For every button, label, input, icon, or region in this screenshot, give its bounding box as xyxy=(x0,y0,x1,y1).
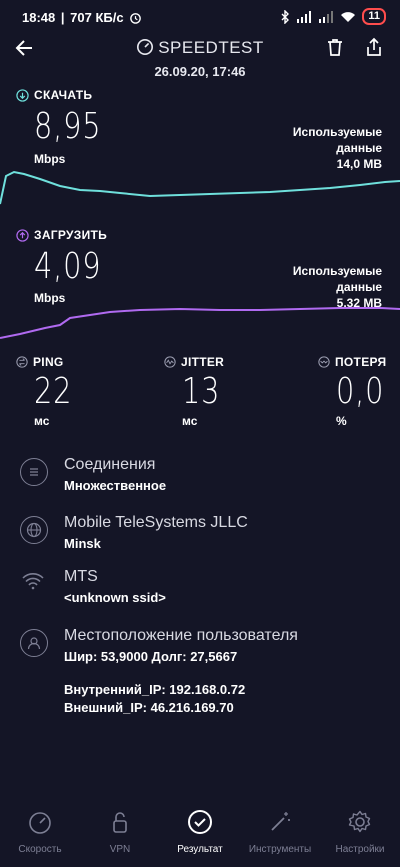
loss-unit: % xyxy=(336,414,347,428)
network-speed: 707 КБ/с xyxy=(70,10,124,25)
battery-indicator: 11 xyxy=(362,8,386,25)
nav-tools[interactable]: Инструменты xyxy=(240,809,320,855)
wifi-network-icon xyxy=(22,572,44,595)
status-indicators: 11 xyxy=(280,8,386,25)
bottom-navigation: Скорость VPN Результат Инструменты Настр… xyxy=(0,795,400,867)
download-label: СКАЧАТЬ xyxy=(34,88,93,102)
clock: 18:48 xyxy=(22,10,56,25)
jitter-unit: мс xyxy=(182,414,198,428)
nav-results[interactable]: Результат xyxy=(160,809,240,855)
connections-icon xyxy=(20,458,48,486)
upload-label-row: ЗАГРУЗИТЬ xyxy=(16,228,107,242)
lock-icon xyxy=(113,812,127,833)
ping-icon xyxy=(16,356,28,368)
metric-jitter: JITTER 13 мс xyxy=(164,355,230,428)
packet-loss-icon xyxy=(318,356,330,368)
jitter-icon xyxy=(164,356,176,368)
download-speed-graph xyxy=(0,170,400,205)
wand-icon xyxy=(271,812,290,831)
bluetooth-icon xyxy=(281,9,290,24)
jitter-value: 13 xyxy=(182,371,221,412)
upload-series-line xyxy=(0,307,400,339)
check-icon xyxy=(188,810,212,834)
upload-speed-graph xyxy=(0,307,400,339)
ping-value: 22 xyxy=(34,371,73,412)
ping-unit: мс xyxy=(34,414,50,428)
status-time: 18:48 | 707 КБ/с xyxy=(22,10,142,25)
download-icon xyxy=(16,88,29,102)
status-bar: 18:48 | 707 КБ/с 11 xyxy=(0,0,400,36)
download-label-row: СКАЧАТЬ xyxy=(16,88,92,102)
signal-icon xyxy=(297,10,312,23)
download-value: 8,95 xyxy=(34,106,102,147)
share-icon[interactable] xyxy=(364,37,384,57)
trash-icon[interactable] xyxy=(325,37,345,57)
signal-icon-2 xyxy=(319,10,334,23)
speedometer-icon xyxy=(29,812,51,834)
nav-settings[interactable]: Настройки xyxy=(320,809,400,855)
speedometer-logo-icon xyxy=(137,38,154,56)
globe-icon xyxy=(20,516,48,544)
upload-icon xyxy=(16,228,29,242)
nav-vpn[interactable]: VPN xyxy=(80,809,160,855)
result-datetime: 26.09.20, 17:46 xyxy=(154,64,246,79)
external-ip: Внешний_IP: 46.216.169.70 xyxy=(64,700,234,715)
gear-icon xyxy=(348,810,371,833)
nav-speed[interactable]: Скорость xyxy=(0,809,80,855)
user-icon xyxy=(20,629,48,657)
download-series-line xyxy=(0,170,400,205)
loss-value: 0,0 xyxy=(336,371,385,412)
metric-loss: ПОТЕРЯ 0,0 % xyxy=(318,355,396,428)
metric-ping: PING 22 мс xyxy=(16,355,82,428)
internal-ip: Внутренний_IP: 192.168.0.72 xyxy=(64,682,246,697)
upload-label: ЗАГРУЗИТЬ xyxy=(34,228,108,242)
alarm-icon xyxy=(130,13,142,24)
upload-value: 4,09 xyxy=(34,246,102,287)
header: SPEEDTEST 26.09.20, 17:46 xyxy=(0,34,400,94)
wifi-icon xyxy=(341,11,356,22)
